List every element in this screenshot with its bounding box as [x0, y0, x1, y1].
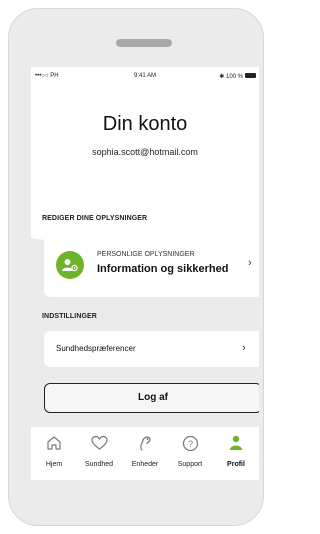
page-title: Din konto	[102, 113, 188, 135]
tab-label: Hjem	[45, 461, 63, 468]
tab-label: Sundhed	[84, 461, 114, 468]
chevron-right-icon: ›	[242, 342, 246, 354]
tab-label: Enheder	[131, 461, 159, 468]
card-title: Information og sikkerhed	[97, 263, 229, 275]
user-settings-icon	[56, 251, 84, 279]
svg-text:?: ?	[187, 439, 192, 449]
tab-profile[interactable]: Profil	[213, 427, 259, 480]
person-icon	[213, 435, 259, 453]
logout-button[interactable]: Log af	[44, 383, 259, 413]
tab-support[interactable]: ? Support	[167, 427, 213, 480]
device-frame: •••○○ PH 9:41 AM ✱ 100 % Din konto sophi…	[8, 8, 264, 526]
tab-devices[interactable]: Enheder	[122, 427, 168, 480]
tab-label: Profil	[227, 461, 245, 468]
tab-health[interactable]: Sundhed	[76, 427, 122, 480]
personal-info-card[interactable]: PERSONLIGE OPLYSNINGER Information og si…	[44, 233, 259, 297]
question-icon: ?	[167, 435, 213, 453]
heart-icon	[76, 435, 122, 453]
bottom-tab-bar: Hjem Sundhed Enheder ? Support Profil	[31, 427, 259, 480]
hearing-aid-icon	[122, 435, 168, 453]
tab-home[interactable]: Hjem	[31, 427, 77, 480]
tab-label: Support	[177, 461, 203, 468]
chevron-right-icon: ›	[248, 257, 252, 269]
speaker-grille	[116, 39, 172, 47]
status-bar: •••○○ PH 9:41 AM ✱ 100 %	[31, 67, 259, 83]
home-icon	[31, 435, 77, 453]
health-preferences-item[interactable]: Sundhedspræferencer ›	[44, 331, 259, 367]
health-preferences-label: Sundhedspræferencer	[56, 344, 136, 353]
section-heading-personal: REDIGER DINE OPLYSNINGER	[42, 215, 148, 222]
section-heading-settings: INDSTILLINGER	[42, 313, 97, 320]
app-screen: •••○○ PH 9:41 AM ✱ 100 % Din konto sophi…	[31, 67, 259, 480]
battery-level: ✱ 100 %	[219, 74, 243, 80]
card-eyebrow: PERSONLIGE OPLYSNINGER	[97, 251, 195, 258]
account-email: sophia.scott@hotmail.com	[92, 147, 198, 157]
battery-icon	[245, 73, 256, 78]
